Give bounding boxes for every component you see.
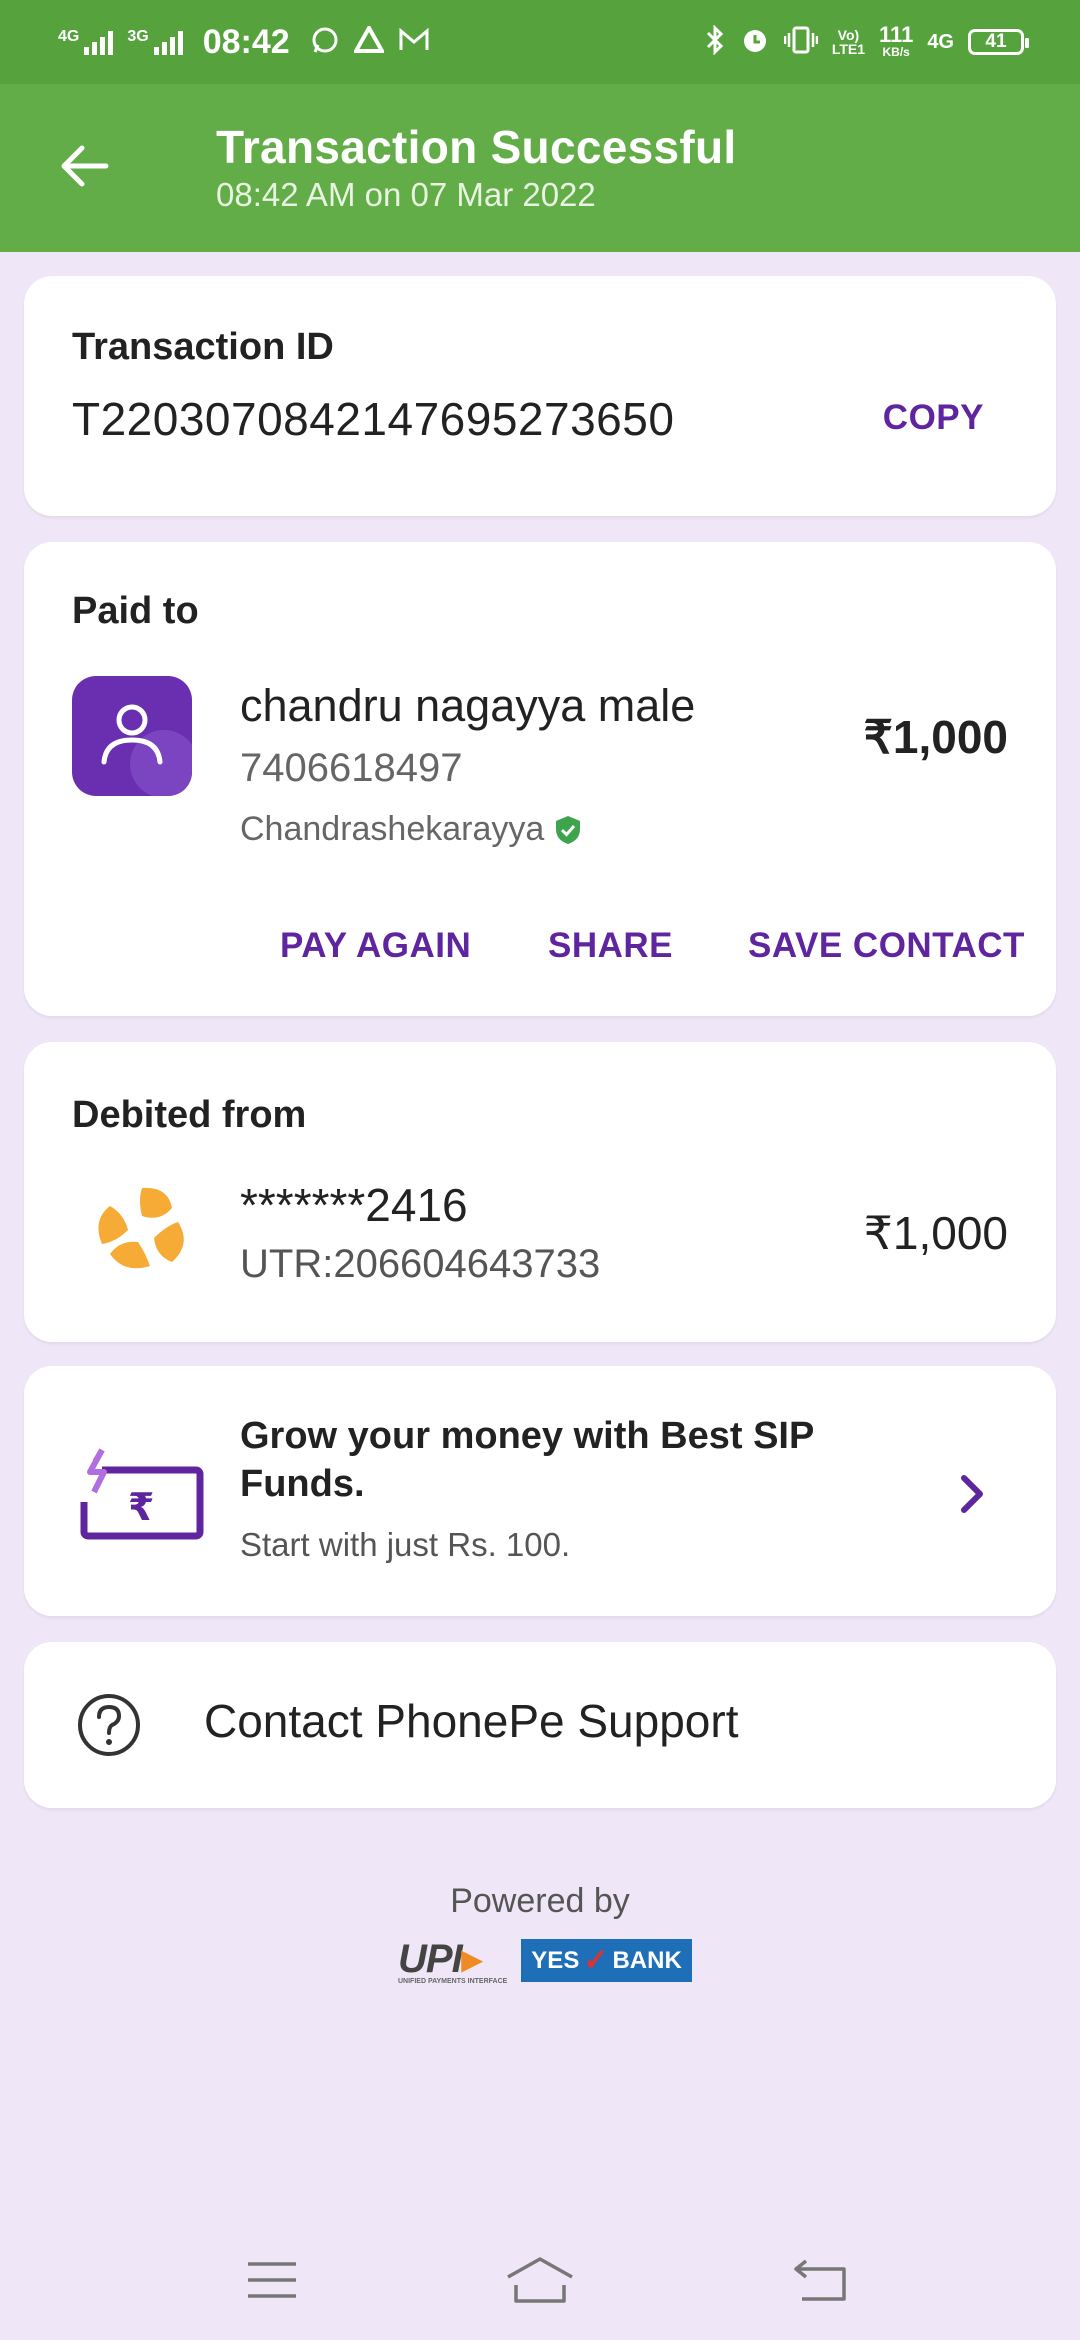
alarm-icon: [740, 25, 770, 60]
back-button[interactable]: [52, 134, 116, 198]
payee-name: chandru nagayya male: [240, 680, 696, 731]
signal-3g-icon: 3G: [127, 28, 183, 55]
battery-level: 41: [985, 31, 1007, 52]
speed-value: 111: [879, 22, 914, 47]
chevron-right-icon[interactable]: [958, 1474, 986, 1519]
volte-indicator: Vo) LTE1: [831, 27, 866, 57]
support-card[interactable]: Contact PhonePe Support: [24, 1642, 1056, 1808]
yes-bank-yes: YES: [531, 1946, 580, 1974]
app-bar: Transaction Successful 08:42 AM on 07 Ma…: [0, 84, 1080, 252]
drive-icon: [352, 23, 386, 58]
whatsapp-icon: [310, 25, 340, 59]
question-circle-icon: [76, 1692, 142, 1763]
payee-bank-name: Chandrashekarayya: [240, 810, 582, 849]
paid-to-card: Paid to chandru nagayya male 7406618497 …: [24, 542, 1056, 1016]
transaction-id-card: Transaction ID T2203070842147695273650 C…: [24, 276, 1056, 516]
bluetooth-icon: [704, 23, 726, 60]
copy-button[interactable]: COPY: [883, 398, 984, 438]
network-4g: 4G: [927, 31, 954, 53]
home-icon: [507, 2257, 573, 2303]
pay-again-button[interactable]: PAY AGAIN: [280, 926, 471, 966]
upi-tagline: UNIFIED PAYMENTS INTERFACE: [398, 1978, 508, 1985]
transaction-id-label: Transaction ID: [72, 326, 334, 368]
paid-to-label: Paid to: [72, 590, 199, 632]
upi-logo-text: UPI: [398, 1937, 463, 1981]
powered-by-label: Powered by: [450, 1882, 630, 1920]
page-title: Transaction Successful: [216, 121, 737, 173]
upi-logo: UPI▸ UNIFIED PAYMENTS INTERFACE: [398, 1937, 508, 1985]
yes-bank-tick-icon: ✓: [583, 1944, 609, 1977]
account-number: *******2416: [240, 1179, 468, 1231]
save-contact-button[interactable]: SAVE CONTACT: [748, 926, 1025, 966]
menu-button[interactable]: [236, 2250, 308, 2310]
promo-subtitle: Start with just Rs. 100.: [240, 1526, 571, 1563]
utr-number: UTR:206604643733: [240, 1242, 601, 1286]
payee-bank-name-text: Chandrashekarayya: [240, 810, 545, 848]
signal-4g-icon: 4G: [58, 28, 114, 55]
network-type-1: 4G: [58, 28, 80, 45]
person-icon: [101, 704, 192, 796]
yes-bank-logo: YES ✓ BANK: [521, 1939, 692, 1982]
network-speed: 111 KB/s: [879, 22, 914, 60]
paid-amount: ₹1,000: [863, 711, 1008, 763]
debited-from-label: Debited from: [72, 1094, 307, 1136]
network-type-2: 3G: [127, 28, 149, 45]
return-icon: [794, 2259, 846, 2301]
icici-logo-icon: [80, 1178, 204, 1278]
status-bar: 4G 3G 08:42 Vo) LTE1 111 KB/s 4G 41: [0, 0, 1080, 84]
system-nav-bar: [0, 2220, 1080, 2340]
share-button[interactable]: SHARE: [548, 926, 673, 966]
arrow-left-icon: [61, 145, 109, 187]
transaction-datetime: 08:42 AM on 07 Mar 2022: [216, 176, 596, 213]
contact-avatar: [72, 676, 192, 796]
support-label: Contact PhonePe Support: [204, 1695, 739, 1747]
rupee-card-icon: ₹: [80, 1448, 210, 1548]
speed-unit: KB/s: [882, 45, 910, 59]
status-time: 08:42: [202, 22, 290, 61]
debited-amount: ₹1,000: [863, 1207, 1008, 1259]
back-nav-button[interactable]: [786, 2250, 858, 2310]
sip-promo-card[interactable]: ₹ Grow your money with Best SIP Funds. S…: [24, 1366, 1056, 1616]
debited-from-card: Debited from *******2416 UTR:20660464373…: [24, 1042, 1056, 1342]
payee-phone: 7406618497: [240, 746, 463, 790]
promo-title: Grow your money with Best SIP Funds.: [240, 1415, 814, 1505]
partner-logos: UPI▸ UNIFIED PAYMENTS INTERFACE YES ✓ BA…: [398, 1936, 692, 1985]
svg-text:₹: ₹: [128, 1485, 154, 1529]
yes-bank-bank: BANK: [612, 1946, 682, 1974]
shield-check-icon: [556, 815, 581, 844]
gmail-icon: [398, 27, 430, 57]
menu-icon: [248, 2262, 296, 2298]
home-button[interactable]: [504, 2250, 576, 2310]
battery-icon: 41: [968, 29, 1029, 55]
transaction-id-value: T2203070842147695273650: [72, 393, 675, 445]
vibrate-icon: [783, 25, 819, 60]
